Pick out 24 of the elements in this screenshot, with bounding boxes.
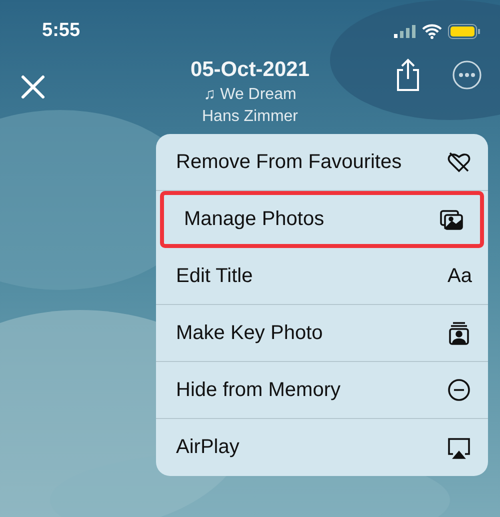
song-title: ♫ We Dream	[204, 86, 296, 104]
memory-title: 05-Oct-2021	[190, 58, 310, 82]
menu-item[interactable]: Hide from Memory	[156, 362, 488, 419]
more-icon[interactable]	[452, 60, 482, 90]
menu-item[interactable]: Remove From Favourites	[156, 134, 488, 191]
text-icon: Aa	[448, 264, 472, 288]
menu-label: Remove From Favourites	[176, 150, 402, 174]
menu-label: Manage Photos	[184, 208, 324, 231]
minus-circle-icon	[446, 377, 472, 403]
menu-item[interactable]: Manage Photos	[160, 191, 484, 248]
signal-icon	[394, 24, 416, 38]
menu-item[interactable]: AirPlay	[156, 419, 488, 476]
menu-label: AirPlay	[176, 436, 240, 459]
menu-item[interactable]: Edit Title Aa	[156, 248, 488, 305]
menu-label: Hide from Memory	[176, 378, 340, 402]
wifi-icon	[422, 24, 442, 38]
close-icon[interactable]	[20, 74, 46, 100]
menu-label: Make Key Photo	[176, 322, 323, 344]
artist-name: Hans Zimmer	[202, 108, 298, 126]
battery-icon	[448, 24, 480, 38]
menu-item[interactable]: Make Key Photo	[156, 305, 488, 362]
portrait-icon	[446, 320, 472, 346]
menu-label: Edit Title	[176, 264, 253, 288]
status-time: 5:55	[42, 20, 80, 42]
